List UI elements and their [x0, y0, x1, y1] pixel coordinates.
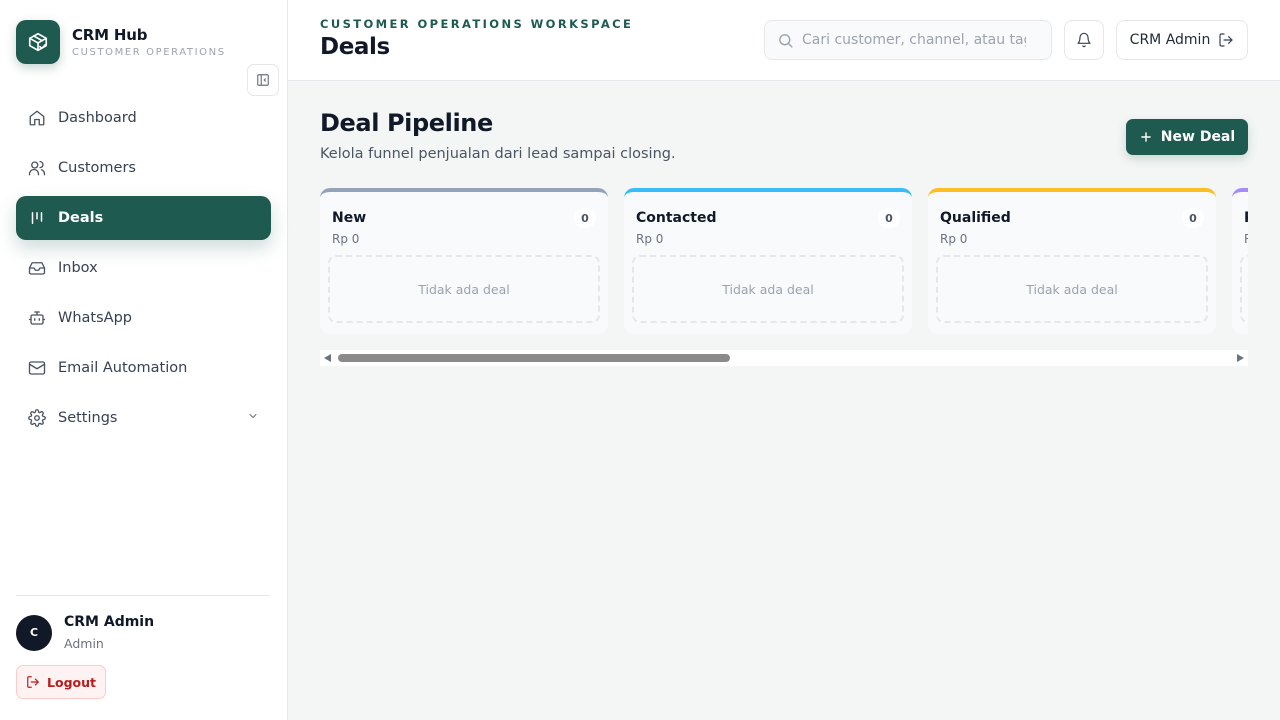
- sidebar-item-dashboard[interactable]: Dashboard: [16, 96, 271, 140]
- sidebar-item-label: Deals: [58, 210, 104, 226]
- bell-icon: [1077, 32, 1091, 48]
- column-total: Rp 0: [636, 232, 664, 246]
- avatar: C: [16, 614, 52, 651]
- kanban-icon: [28, 209, 46, 227]
- sidebar-item-label: Settings: [58, 410, 118, 426]
- column-count-badge: 0: [878, 208, 900, 228]
- new-deal-label: New Deal: [1160, 129, 1236, 145]
- column-total: Rp 0: [940, 232, 968, 246]
- column-total: R: [1244, 232, 1248, 246]
- sidebar-user: C CRM Admin Admin: [16, 614, 154, 651]
- search-input[interactable]: [802, 32, 1026, 48]
- top-header: CUSTOMER OPERATIONS WORKSPACE Deals CRM …: [288, 0, 1280, 81]
- sidebar-item-label: Inbox: [58, 260, 98, 276]
- column-empty-dropzone[interactable]: Tidak ada deal: [936, 255, 1208, 323]
- brand-subtitle: CUSTOMER OPERATIONS: [72, 47, 226, 58]
- workspace-label: CUSTOMER OPERATIONS WORKSPACE: [320, 17, 634, 31]
- pipeline-column-partial: P 0 R: [1232, 188, 1248, 334]
- home-icon: [28, 109, 46, 127]
- notifications-button[interactable]: [1064, 20, 1104, 60]
- column-count-badge: 0: [574, 208, 596, 228]
- sidebar-item-customers[interactable]: Customers: [16, 146, 271, 190]
- account-label: CRM Admin: [1129, 32, 1211, 48]
- gear-icon: [28, 409, 46, 427]
- section-title: Deal Pipeline: [320, 109, 493, 137]
- bot-icon: [28, 309, 46, 327]
- brand[interactable]: CRM Hub CUSTOMER OPERATIONS: [16, 20, 226, 64]
- scrollbar-thumb[interactable]: [338, 354, 730, 362]
- sidebar-item-label: Customers: [58, 160, 136, 176]
- pipeline-column-contacted: Contacted 0 Rp 0 Tidak ada deal: [624, 188, 912, 334]
- board-horizontal-scrollbar[interactable]: [320, 350, 1248, 366]
- mail-icon: [28, 359, 46, 377]
- sidebar-item-inbox[interactable]: Inbox: [16, 246, 271, 290]
- pipeline-board: New 0 Rp 0 Tidak ada deal Contacted 0 Rp…: [320, 188, 1248, 338]
- pipeline-column-new: New 0 Rp 0 Tidak ada deal: [320, 188, 608, 334]
- logout-button[interactable]: Logout: [16, 665, 106, 699]
- column-title: Contacted: [636, 210, 717, 226]
- sidebar-item-label: Dashboard: [58, 110, 137, 126]
- plus-icon: [1141, 132, 1151, 142]
- column-empty-dropzone[interactable]: [1240, 255, 1248, 323]
- sidebar-item-whatsapp[interactable]: WhatsApp: [16, 296, 271, 340]
- sidebar-item-deals[interactable]: Deals: [16, 196, 271, 240]
- page-title: Deals: [320, 34, 390, 60]
- sidebar-item-settings[interactable]: Settings: [16, 396, 271, 440]
- sidebar-item-label: WhatsApp: [58, 310, 132, 326]
- user-name: CRM Admin: [64, 614, 155, 630]
- column-title: Qualified: [940, 210, 1011, 226]
- scroll-right-arrow-icon[interactable]: [1237, 354, 1244, 362]
- column-empty-dropzone[interactable]: Tidak ada deal: [632, 255, 904, 323]
- search-icon: [779, 33, 793, 48]
- sidebar-item-email-automation[interactable]: Email Automation: [16, 346, 271, 390]
- section-subtitle: Kelola funnel penjualan dari lead sampai…: [320, 146, 676, 162]
- pipeline-column-qualified: Qualified 0 Rp 0 Tidak ada deal: [928, 188, 1216, 334]
- column-total: Rp 0: [332, 232, 360, 246]
- inbox-icon: [28, 259, 46, 277]
- logout-icon: [27, 676, 39, 688]
- sidebar: CRM Hub CUSTOMER OPERATIONS Dashboard Cu…: [0, 0, 288, 720]
- sidebar-collapse-button[interactable]: [247, 64, 279, 96]
- brand-title: CRM Hub: [72, 26, 148, 44]
- column-title: New: [332, 210, 367, 226]
- sidebar-nav: Dashboard Customers Deals Inbox WhatsApp: [16, 96, 271, 446]
- package-check-icon: [16, 20, 60, 64]
- column-empty-dropzone[interactable]: Tidak ada deal: [328, 255, 600, 323]
- users-icon: [28, 159, 46, 177]
- column-count-badge: 0: [1182, 208, 1204, 228]
- panel-left-icon: [257, 74, 269, 86]
- sidebar-divider: [16, 595, 270, 596]
- logout-label: Logout: [47, 674, 96, 690]
- account-button[interactable]: CRM Admin: [1116, 20, 1248, 60]
- logout-icon: [1219, 33, 1233, 47]
- search-box[interactable]: [764, 20, 1052, 60]
- column-title: P: [1244, 210, 1248, 226]
- scroll-left-arrow-icon[interactable]: [324, 354, 331, 362]
- sidebar-item-label: Email Automation: [58, 360, 188, 376]
- chevron-down-icon[interactable]: [247, 410, 259, 426]
- new-deal-button[interactable]: New Deal: [1126, 119, 1248, 155]
- user-role: Admin: [64, 636, 104, 651]
